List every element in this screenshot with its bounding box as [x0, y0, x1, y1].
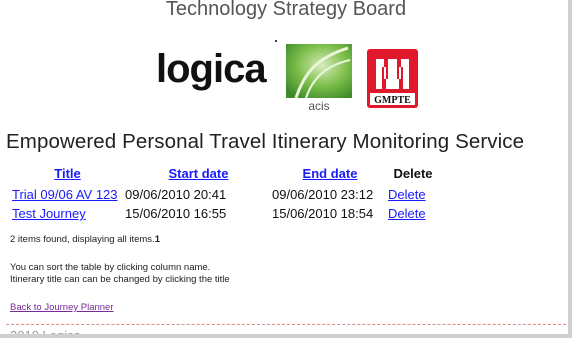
start-date-cell: 09/06/2010 20:41: [125, 187, 227, 202]
sort-by-end-date-link[interactable]: End date: [303, 166, 358, 181]
logica-logo: logica: [156, 48, 268, 91]
sort-by-start-date-link[interactable]: Start date: [169, 166, 229, 181]
journeys-table: Title Start date End date Delete Trial 0…: [10, 164, 438, 223]
back-to-journey-planner-link[interactable]: Back to Journey Planner: [10, 302, 114, 313]
gmpte-logo-mark: [376, 59, 409, 89]
column-header-title[interactable]: Title: [10, 164, 125, 185]
table-header-row: Title Start date End date Delete: [10, 164, 438, 185]
logica-logo-text: logica: [156, 48, 267, 91]
sponsor-heading: Technology Strategy Board: [165, 0, 407, 20]
end-date-cell: 09/06/2010 23:12: [272, 187, 374, 202]
help-line-sort: You can sort the table by clicking colum…: [10, 262, 211, 273]
items-summary: 2 items found, displaying all items.1: [10, 234, 160, 245]
gmpte-logo-text: GMPTE: [374, 95, 411, 106]
page-title: Empowered Personal Travel Itinerary Moni…: [6, 130, 525, 153]
delete-cell: Delete: [388, 204, 438, 223]
table-row: Test Journey 15/06/2010 16:55 15/06/2010…: [10, 204, 438, 223]
acis-logo-text: acis: [308, 99, 329, 111]
journey-title-cell: Trial 09/06 AV 123: [10, 185, 125, 204]
decorative-dot: [275, 40, 277, 42]
sort-by-title-link[interactable]: Title: [54, 166, 81, 181]
help-text: You can sort the table by clicking colum…: [10, 262, 230, 286]
delete-link[interactable]: Delete: [388, 187, 426, 202]
column-header-end-date[interactable]: End date: [272, 164, 388, 185]
journey-title-link[interactable]: Trial 09/06 AV 123: [12, 187, 118, 202]
page-number: 1: [154, 234, 160, 245]
delete-link[interactable]: Delete: [388, 206, 426, 221]
footer-copyright: 2010 Logica: [10, 328, 81, 338]
journey-title-cell: Test Journey: [10, 204, 125, 223]
end-date-cell: 15/06/2010 18:54: [272, 206, 374, 221]
table-row: Trial 09/06 AV 123 09/06/2010 20:41 09/0…: [10, 185, 438, 204]
footer-divider: [6, 324, 566, 325]
page-frame: Technology Strategy Board logica acis GM…: [0, 0, 572, 338]
start-date-cell: 15/06/2010 16:55: [125, 206, 227, 221]
items-summary-text: 2 items found, displaying all items.: [10, 234, 155, 245]
help-line-rename: Itinerary title can can be changed by cl…: [10, 274, 230, 285]
delete-cell: Delete: [388, 185, 438, 204]
acis-logo: acis: [286, 44, 352, 111]
column-header-start-date[interactable]: Start date: [125, 164, 272, 185]
column-header-delete: Delete: [393, 166, 433, 181]
journey-title-link[interactable]: Test Journey: [12, 206, 86, 221]
acis-logo-bg: [286, 44, 352, 98]
gmpte-logo: GMPTE: [367, 49, 418, 108]
